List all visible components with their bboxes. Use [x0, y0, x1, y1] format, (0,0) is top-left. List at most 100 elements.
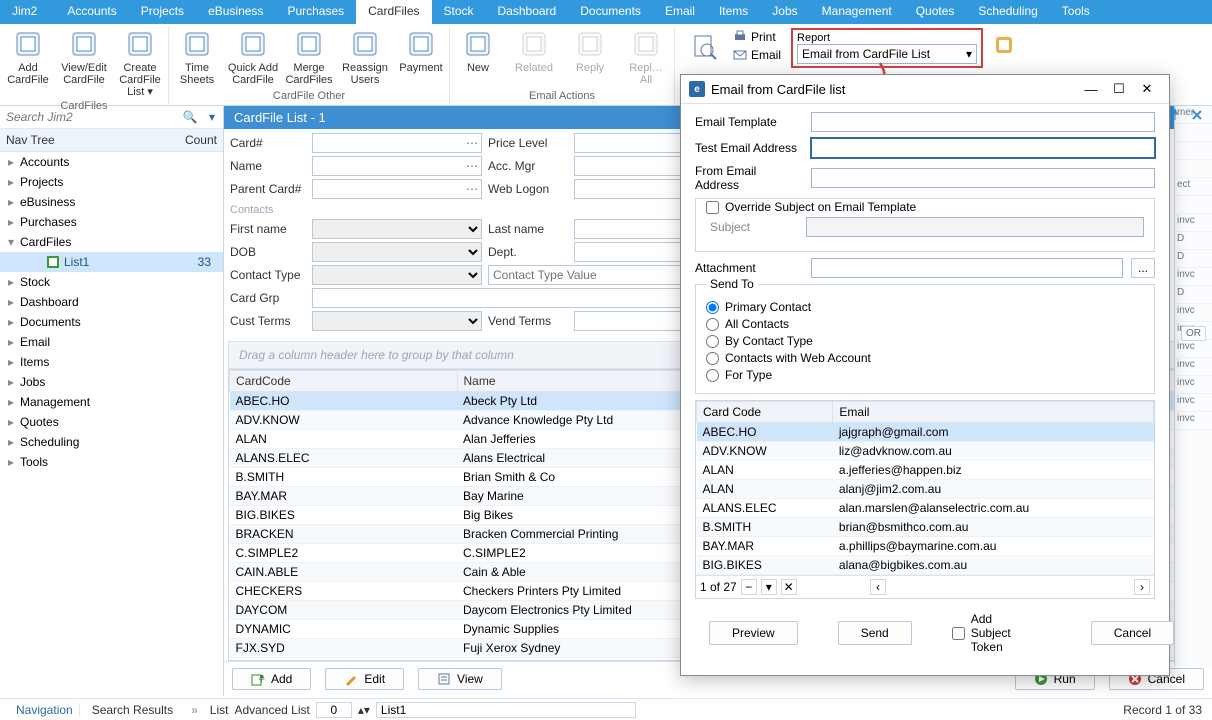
minimize-button[interactable]: — — [1077, 82, 1105, 97]
spinner-icon[interactable]: ▴▾ — [358, 703, 370, 717]
print-button[interactable]: Print — [733, 30, 781, 44]
add-token-checkbox[interactable] — [952, 627, 965, 640]
filter-weblogon[interactable] — [574, 179, 694, 199]
nav-purchases[interactable]: ▸Purchases — [0, 212, 223, 232]
nav-quotes[interactable]: ▸Quotes — [0, 412, 223, 432]
footer-listname[interactable] — [376, 702, 636, 718]
footer-search-results[interactable]: Search Results — [86, 703, 179, 717]
nav-accounts[interactable]: ▸Accounts — [0, 152, 223, 172]
dlg-row[interactable]: ABEC.HOjajgraph@gmail.com — [697, 423, 1154, 442]
pin-icon[interactable] — [1168, 108, 1184, 124]
filter-parent[interactable] — [312, 179, 482, 199]
ribbon-add[interactable]: AddCardFile — [0, 26, 56, 100]
tab-tools[interactable]: Tools — [1050, 0, 1102, 24]
dlg-row[interactable]: ADV.KNOWliz@advknow.com.au — [697, 442, 1154, 461]
tab-stock[interactable]: Stock — [432, 0, 486, 24]
close-button[interactable]: ✕ — [1133, 81, 1161, 97]
tab-purchases[interactable]: Purchases — [275, 0, 356, 24]
sendto-by-contact-type[interactable]: By Contact Type — [706, 334, 1144, 348]
footer-num[interactable] — [316, 702, 352, 718]
chevron-down-icon[interactable]: ▾ — [201, 106, 223, 128]
nav-email[interactable]: ▸Email — [0, 332, 223, 352]
nav-projects[interactable]: ▸Projects — [0, 172, 223, 192]
override-checkbox[interactable] — [706, 201, 719, 214]
nav-tools[interactable]: ▸Tools — [0, 452, 223, 472]
nav-ebusiness[interactable]: ▸eBusiness — [0, 192, 223, 212]
report-select[interactable]: Email from CardFile List▾ — [797, 44, 977, 64]
send-button[interactable]: Send — [838, 621, 912, 645]
nav-stock[interactable]: ▸Stock — [0, 272, 223, 292]
pager-remove[interactable]: − — [741, 579, 757, 595]
filter-lastname[interactable] — [574, 219, 694, 239]
filter-name[interactable] — [312, 156, 482, 176]
filter-cardno[interactable] — [312, 133, 482, 153]
dlg-row[interactable]: ALANa.jefferies@happen.biz — [697, 461, 1154, 480]
input-test-email[interactable] — [811, 138, 1155, 158]
dlg-row[interactable]: B.SMITHbrian@bsmithco.com.au — [697, 518, 1154, 537]
ribbon-quick-add[interactable]: Quick AddCardFile — [225, 26, 281, 88]
sendto-primary-contact[interactable]: Primary Contact — [706, 300, 1144, 314]
ribbon-extra-icon[interactable] — [983, 28, 1025, 65]
tab-documents[interactable]: Documents — [568, 0, 653, 24]
tab-quotes[interactable]: Quotes — [904, 0, 967, 24]
tab-items[interactable]: Items — [707, 0, 760, 24]
footer-list[interactable]: List — [210, 703, 229, 717]
tab-dashboard[interactable]: Dashboard — [486, 0, 569, 24]
filter-accmgr[interactable] — [574, 156, 694, 176]
input-from-email[interactable] — [811, 168, 1155, 188]
filter-vendterms[interactable] — [574, 311, 694, 331]
pager-delete[interactable]: ✕ — [781, 579, 797, 595]
sendto-all-contacts[interactable]: All Contacts — [706, 317, 1144, 331]
filter-price[interactable] — [574, 133, 694, 153]
preview-button[interactable] — [679, 28, 727, 66]
tab-email[interactable]: Email — [653, 0, 707, 24]
scroll-right[interactable]: › — [1134, 579, 1150, 595]
filter-firstname[interactable] — [312, 219, 482, 239]
nav-items[interactable]: ▸Items — [0, 352, 223, 372]
ribbon-new[interactable]: New — [450, 26, 506, 88]
maximize-button[interactable]: ☐ — [1105, 81, 1133, 97]
ribbon-view-edit[interactable]: View/EditCardFile — [56, 26, 112, 100]
ribbon-payment[interactable]: Payment — [393, 26, 449, 88]
filter-cardgrp[interactable] — [312, 288, 694, 308]
tab-cardfiles[interactable]: CardFiles — [356, 0, 431, 24]
footer-navigation[interactable]: Navigation — [10, 703, 80, 717]
nav-child-list1[interactable]: List133 — [0, 252, 223, 272]
nav-scheduling[interactable]: ▸Scheduling — [0, 432, 223, 452]
preview-button[interactable]: Preview — [709, 621, 798, 645]
nav-management[interactable]: ▸Management — [0, 392, 223, 412]
sendto-for-type[interactable]: For Type — [706, 368, 1144, 382]
ribbon-reassign[interactable]: ReassignUsers — [337, 26, 393, 88]
tab-accounts[interactable]: Accounts — [55, 0, 128, 24]
filter-dob[interactable] — [312, 242, 482, 262]
add-button[interactable]: +Add — [232, 668, 311, 690]
tab-scheduling[interactable]: Scheduling — [966, 0, 1049, 24]
nav-cardfiles[interactable]: ▾CardFiles — [0, 232, 223, 252]
filter-contacttype[interactable] — [312, 265, 482, 285]
input-template[interactable] — [811, 112, 1155, 132]
ribbon-create[interactable]: CreateCardFile List ▾ — [112, 26, 168, 100]
dlg-row[interactable]: BIG.BIKESalana@bigbikes.com.au — [697, 556, 1154, 575]
filter-contacttype-value[interactable] — [488, 265, 694, 285]
tab-jobs[interactable]: Jobs — [760, 0, 809, 24]
nav-documents[interactable]: ▸Documents — [0, 312, 223, 332]
dlg-row[interactable]: ALANS.ELECalan.marslen@alanselectric.com… — [697, 499, 1154, 518]
nav-jobs[interactable]: ▸Jobs — [0, 372, 223, 392]
email-button[interactable]: Email — [733, 48, 781, 62]
scroll-left[interactable]: ‹ — [870, 579, 886, 595]
ribbon-merge[interactable]: MergeCardFiles — [281, 26, 337, 88]
tab-ebusiness[interactable]: eBusiness — [196, 0, 275, 24]
tab-projects[interactable]: Projects — [129, 0, 196, 24]
browse-button[interactable]: ... — [1131, 258, 1155, 278]
nav-dashboard[interactable]: ▸Dashboard — [0, 292, 223, 312]
close-icon[interactable] — [1190, 108, 1206, 124]
input-attachment[interactable] — [811, 258, 1123, 278]
email-grid[interactable]: Card CodeEmailABEC.HOjajgraph@gmail.comA… — [695, 400, 1155, 599]
edit-button[interactable]: Edit — [325, 668, 404, 690]
tab-management[interactable]: Management — [810, 0, 904, 24]
filter-dept[interactable] — [574, 242, 694, 262]
ribbon-time[interactable]: TimeSheets — [169, 26, 225, 88]
filter-custterms[interactable] — [312, 311, 482, 331]
search-icon[interactable]: 🔍 — [179, 106, 201, 128]
view-button[interactable]: View — [418, 668, 502, 690]
